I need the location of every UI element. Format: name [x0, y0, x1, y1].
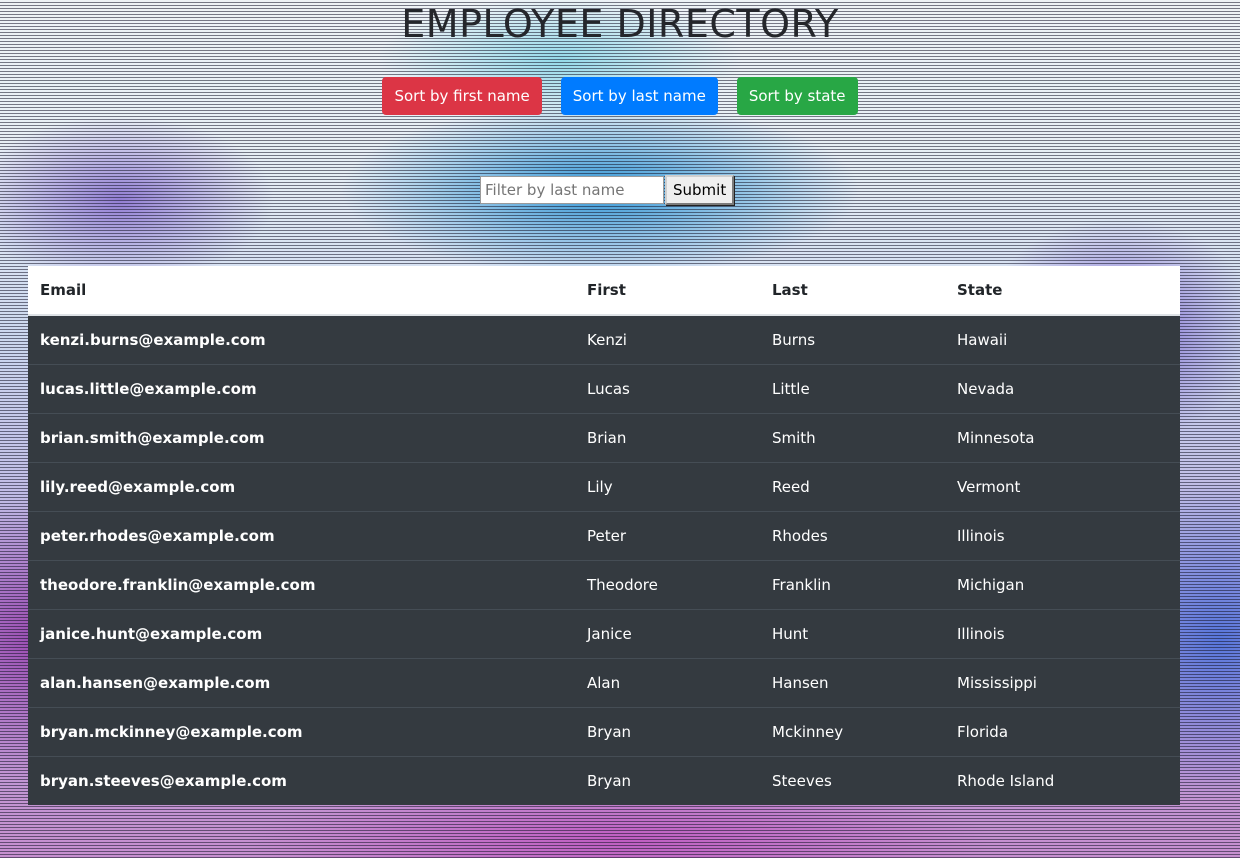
- filter-last-name-input[interactable]: [480, 176, 664, 204]
- cell-first: Theodore: [575, 560, 760, 610]
- cell-last: Mckinney: [760, 707, 945, 757]
- table-row: brian.smith@example.com Brian Smith Minn…: [28, 413, 1180, 463]
- column-header-first: First: [575, 266, 760, 316]
- cell-first: Brian: [575, 413, 760, 463]
- cell-first: Alan: [575, 658, 760, 708]
- column-header-last: Last: [760, 266, 945, 316]
- cell-first: Kenzi: [575, 314, 760, 365]
- cell-email: kenzi.burns@example.com: [28, 314, 575, 365]
- table-body: kenzi.burns@example.com Kenzi Burns Hawa…: [28, 314, 1180, 805]
- cell-state: Florida: [945, 707, 1180, 757]
- cell-state: Nevada: [945, 364, 1180, 414]
- sort-by-last-name-button[interactable]: Sort by last name: [560, 77, 718, 115]
- table-row: bryan.steeves@example.com Bryan Steeves …: [28, 756, 1180, 805]
- table-row: lucas.little@example.com Lucas Little Ne…: [28, 364, 1180, 414]
- cell-email: lily.reed@example.com: [28, 462, 575, 512]
- page-title: EMPLOYEE DIRECTORY: [401, 2, 839, 46]
- cell-last: Little: [760, 364, 945, 414]
- cell-last: Rhodes: [760, 511, 945, 561]
- cell-first: Bryan: [575, 756, 760, 805]
- cell-first: Lily: [575, 462, 760, 512]
- cell-state: Rhode Island: [945, 756, 1180, 805]
- table-row: lily.reed@example.com Lily Reed Vermont: [28, 462, 1180, 512]
- cell-state: Hawaii: [945, 314, 1180, 365]
- employee-table: Email First Last State kenzi.burns@examp…: [28, 266, 1180, 805]
- cell-last: Burns: [760, 314, 945, 365]
- cell-first: Bryan: [575, 707, 760, 757]
- cell-state: Vermont: [945, 462, 1180, 512]
- column-header-state: State: [945, 266, 1180, 316]
- cell-state: Michigan: [945, 560, 1180, 610]
- cell-state: Minnesota: [945, 413, 1180, 463]
- cell-email: alan.hansen@example.com: [28, 658, 575, 708]
- cell-email: peter.rhodes@example.com: [28, 511, 575, 561]
- table-row: peter.rhodes@example.com Peter Rhodes Il…: [28, 511, 1180, 561]
- employee-table-container: Email First Last State kenzi.burns@examp…: [28, 266, 1180, 805]
- cell-email: lucas.little@example.com: [28, 364, 575, 414]
- cell-email: bryan.steeves@example.com: [28, 756, 575, 805]
- table-row: janice.hunt@example.com Janice Hunt Illi…: [28, 609, 1180, 659]
- cell-last: Hansen: [760, 658, 945, 708]
- sort-by-state-button[interactable]: Sort by state: [736, 77, 858, 115]
- sort-button-row: Sort by first name Sort by last name Sor…: [0, 77, 1240, 115]
- cell-first: Peter: [575, 511, 760, 561]
- cell-last: Smith: [760, 413, 945, 463]
- cell-email: janice.hunt@example.com: [28, 609, 575, 659]
- cell-last: Franklin: [760, 560, 945, 610]
- cell-state: Illinois: [945, 511, 1180, 561]
- table-row: kenzi.burns@example.com Kenzi Burns Hawa…: [28, 314, 1180, 365]
- cell-last: Steeves: [760, 756, 945, 805]
- filter-form: Submit: [480, 175, 735, 205]
- submit-button[interactable]: Submit: [665, 175, 735, 205]
- cell-state: Mississippi: [945, 658, 1180, 708]
- table-header-row: Email First Last State: [28, 266, 1180, 316]
- cell-email: brian.smith@example.com: [28, 413, 575, 463]
- cell-email: bryan.mckinney@example.com: [28, 707, 575, 757]
- sort-by-first-name-button[interactable]: Sort by first name: [382, 77, 542, 115]
- table-row: alan.hansen@example.com Alan Hansen Miss…: [28, 658, 1180, 708]
- table-row: theodore.franklin@example.com Theodore F…: [28, 560, 1180, 610]
- cell-email: theodore.franklin@example.com: [28, 560, 575, 610]
- table-header: Email First Last State: [28, 266, 1180, 316]
- column-header-email: Email: [28, 266, 575, 316]
- table-row: bryan.mckinney@example.com Bryan Mckinne…: [28, 707, 1180, 757]
- cell-state: Illinois: [945, 609, 1180, 659]
- cell-last: Hunt: [760, 609, 945, 659]
- cell-first: Janice: [575, 609, 760, 659]
- cell-last: Reed: [760, 462, 945, 512]
- cell-first: Lucas: [575, 364, 760, 414]
